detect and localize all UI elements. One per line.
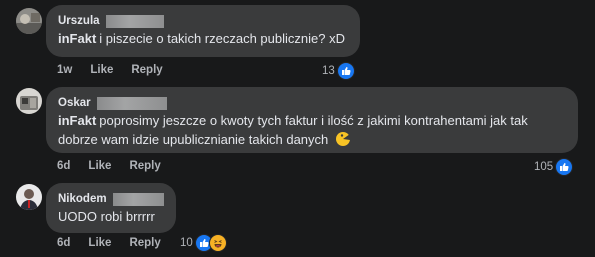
comment-bubble: Urszula inFakt i piszecie o takich rzecza… bbox=[46, 5, 360, 57]
avatar[interactable] bbox=[16, 88, 42, 114]
like-button[interactable]: Like bbox=[88, 160, 111, 172]
comment-author[interactable]: Urszula bbox=[58, 15, 100, 27]
reaction-summary[interactable]: 13 bbox=[322, 62, 355, 80]
reply-button[interactable]: Reply bbox=[129, 237, 160, 249]
reply-button[interactable]: Reply bbox=[131, 64, 162, 76]
reaction-summary[interactable]: 105 bbox=[534, 158, 574, 176]
comment-2: Oskar inFakt poprosimy jeszcze o kwoty ty… bbox=[0, 82, 595, 178]
comment-author[interactable]: Nikodem bbox=[58, 193, 107, 205]
comment-timestamp[interactable]: 6d bbox=[57, 160, 70, 172]
like-icon bbox=[336, 62, 355, 80]
comment-bubble: Nikodem UODO robi brrrrr bbox=[46, 183, 176, 233]
comment-bubble: Oskar inFakt poprosimy jeszcze o kwoty ty… bbox=[46, 87, 578, 153]
like-icon bbox=[555, 158, 574, 176]
redacted-surname bbox=[96, 96, 167, 110]
avatar[interactable] bbox=[16, 8, 42, 34]
haha-icon bbox=[208, 234, 227, 252]
comment-1: Urszula inFakt i piszecie o takich rzecza… bbox=[0, 0, 595, 82]
reaction-count: 13 bbox=[322, 65, 335, 77]
comment-text-line-2: dobrze wam idzie upublicznianie takich d… bbox=[58, 132, 329, 147]
mention-link[interactable]: inFakt bbox=[58, 31, 96, 46]
reply-button[interactable]: Reply bbox=[129, 160, 160, 172]
mention-link[interactable]: inFakt bbox=[58, 113, 96, 128]
comment-text: UODO robi brrrrr bbox=[58, 209, 155, 224]
pacman-emoji bbox=[335, 131, 351, 152]
comment-3: Nikodem UODO robi brrrrr 6d Like Reply 1… bbox=[0, 178, 595, 257]
comment-text-line-1: poprosimy jeszcze o kwoty tych faktur i … bbox=[99, 113, 528, 128]
reaction-summary[interactable]: 10 bbox=[180, 234, 227, 252]
comment-timestamp[interactable]: 1w bbox=[57, 64, 72, 76]
reaction-count: 10 bbox=[180, 237, 193, 249]
comment-author[interactable]: Oskar bbox=[58, 97, 91, 109]
like-button[interactable]: Like bbox=[88, 237, 111, 249]
avatar[interactable] bbox=[16, 184, 42, 210]
comment-timestamp[interactable]: 6d bbox=[57, 237, 70, 249]
redacted-surname bbox=[105, 14, 164, 28]
like-button[interactable]: Like bbox=[90, 64, 113, 76]
reaction-count: 105 bbox=[534, 161, 554, 173]
redacted-surname bbox=[112, 192, 164, 206]
comment-text: i piszecie o takich rzeczach publicznie?… bbox=[99, 31, 345, 46]
